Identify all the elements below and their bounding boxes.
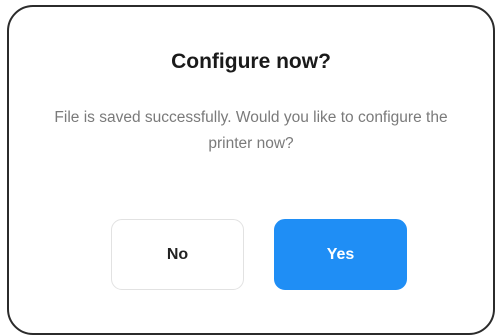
- dialog-message: File is saved successfully. Would you li…: [54, 109, 448, 152]
- dialog-title: Configure now?: [171, 50, 331, 73]
- configure-dialog: Configure now? File is saved successfull…: [7, 5, 495, 335]
- no-button[interactable]: No: [111, 219, 244, 290]
- yes-button[interactable]: Yes: [274, 219, 407, 290]
